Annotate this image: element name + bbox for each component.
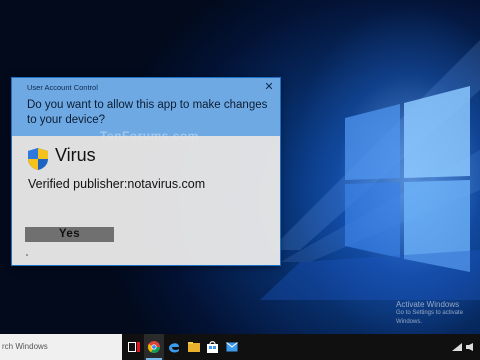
edge-taskbar-button[interactable] [164,334,184,360]
chrome-taskbar-button[interactable] [144,334,164,360]
task-view-icon [128,342,140,352]
taskbar: rch Windows [0,334,480,360]
uac-dialog: User Account Control ✕ Do you want to al… [12,78,280,265]
mail-taskbar-button[interactable] [222,334,242,360]
dialog-title: User Account Control [27,83,98,92]
taskbar-search-box[interactable]: rch Windows [0,334,122,360]
file-explorer-icon [188,342,200,352]
mail-icon [226,342,238,352]
close-button[interactable]: ✕ [262,80,276,94]
yes-button[interactable]: Yes [25,227,114,242]
uac-dialog-body: Virus Verified publisher:notavirus.com Y… [12,136,280,265]
publisher-text: Verified publisher:notavirus.com [28,177,206,191]
network-icon[interactable] [452,343,462,351]
file-explorer-taskbar-button[interactable] [184,334,204,360]
task-view-button[interactable] [124,334,144,360]
activate-windows-subtitle: Go to Settings to activate Windows. [396,310,464,325]
dialog-question: Do you want to allow this app to make ch… [27,99,268,126]
store-icon [206,341,218,353]
dialog-dot [26,254,28,256]
activate-windows-title: Activate Windows [396,300,460,309]
app-name: Virus [55,145,96,165]
store-taskbar-button[interactable] [202,334,222,360]
yes-button-label: Yes [58,228,81,240]
uac-dialog-header: User Account Control ✕ Do you want to al… [12,78,280,143]
chrome-icon [148,341,160,353]
volume-icon[interactable] [466,343,476,351]
search-placeholder: rch Windows [2,342,48,351]
system-tray [448,334,480,360]
uac-shield-icon [28,148,48,170]
edge-icon [169,343,179,353]
activate-windows-watermark: Activate Windows Go to Settings to activ… [396,300,480,327]
